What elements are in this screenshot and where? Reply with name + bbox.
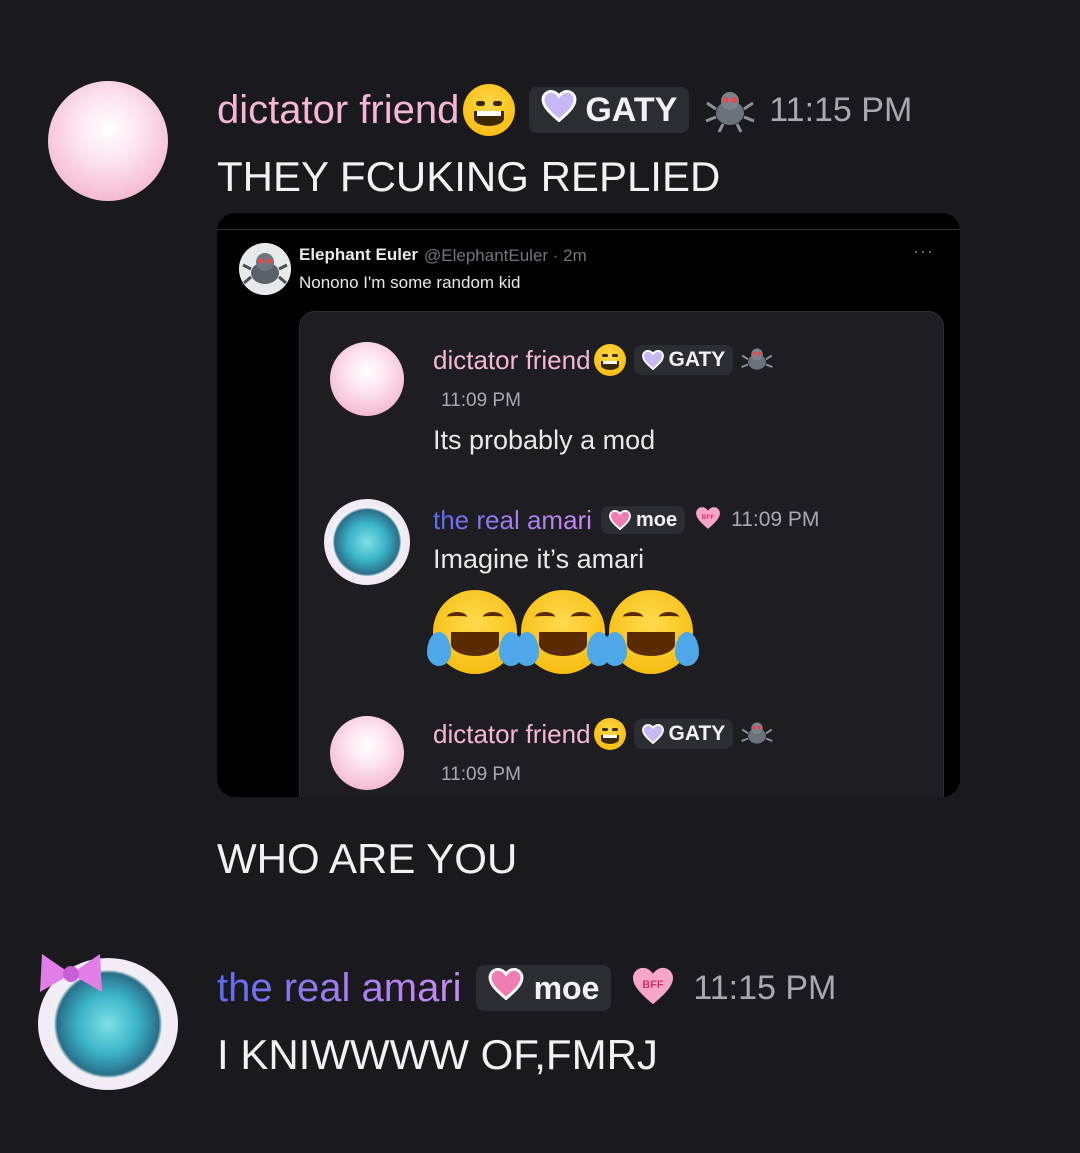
avatar <box>324 499 410 585</box>
quoted-discord-screenshot: dictator friend GATY 11:09 PM Its probab… <box>299 311 944 797</box>
laughing-tears-emoji-icon <box>603 590 699 674</box>
role-tag-label: GATY <box>585 90 678 129</box>
message-text: WHO ARE YOU <box>217 835 518 882</box>
bff-heart-icon: BFF <box>695 506 721 535</box>
avatar <box>330 342 404 416</box>
tweet-text: Nonono I'm some random kid <box>299 273 521 292</box>
lavender-heart-icon <box>641 350 664 370</box>
timestamp: 11:15 PM <box>693 968 837 1007</box>
role-tag-label: moe <box>533 969 600 1006</box>
bff-badge-label: BFF <box>702 514 715 521</box>
timestamp: 11:09 PM <box>731 508 820 531</box>
timestamp: 11:09 PM <box>441 764 521 785</box>
grinning-emoji-icon <box>593 344 626 376</box>
divider <box>217 229 960 230</box>
message-text: I KNIWWWW OF,FMRJ <box>217 1031 658 1078</box>
bug-badge-icon <box>705 87 755 133</box>
embedded-screenshot[interactable]: Elephant Euler @ElephantEuler · 2m Nonon… <box>217 213 960 797</box>
role-tag: GATY <box>633 345 734 375</box>
lavender-heart-icon <box>641 724 664 744</box>
bug-badge-icon <box>741 719 774 749</box>
username[interactable]: dictator friend <box>217 90 459 130</box>
grinning-emoji-icon <box>593 718 626 750</box>
role-tag-label: moe <box>635 508 678 531</box>
bff-badge-label: BFF <box>643 978 665 990</box>
pink-heart-icon <box>609 510 631 530</box>
bow-icon <box>40 954 102 992</box>
message-text: Its probably a mod <box>433 425 656 455</box>
bff-heart-icon: BFF <box>631 966 675 1011</box>
username: the real amari <box>433 505 592 535</box>
laughing-tears-emoji-icon <box>427 590 523 674</box>
avatar[interactable] <box>48 81 168 201</box>
tweet-author-name: Elephant Euler <box>299 245 419 264</box>
laughing-tears-emoji-icon <box>515 590 611 674</box>
message-text: Imagine it’s amari <box>433 544 645 574</box>
username: dictator friend <box>433 719 591 749</box>
pink-heart-icon <box>488 967 524 1008</box>
more-options-icon: ··· <box>913 241 934 261</box>
grinning-emoji-icon <box>463 84 516 136</box>
avatar <box>330 716 404 790</box>
lavender-heart-icon <box>541 89 577 131</box>
timestamp: 11:15 PM <box>769 90 913 129</box>
username[interactable]: the real amari <box>217 968 462 1008</box>
role-tag: moe <box>600 506 686 534</box>
role-tag-label: GATY <box>668 348 726 371</box>
tweet-author-handle: @ElephantEuler · 2m <box>424 246 587 265</box>
timestamp: 11:09 PM <box>441 390 521 411</box>
role-tag: GATY <box>633 719 734 749</box>
role-tag[interactable]: moe <box>475 965 612 1011</box>
tweet-avatar <box>239 243 291 295</box>
role-tag[interactable]: GATY <box>529 87 690 133</box>
username: dictator friend <box>433 345 591 375</box>
message-text: THEY FCUKING REPLIED <box>217 153 721 200</box>
bug-badge-icon <box>741 345 774 375</box>
role-tag-label: GATY <box>668 722 726 745</box>
